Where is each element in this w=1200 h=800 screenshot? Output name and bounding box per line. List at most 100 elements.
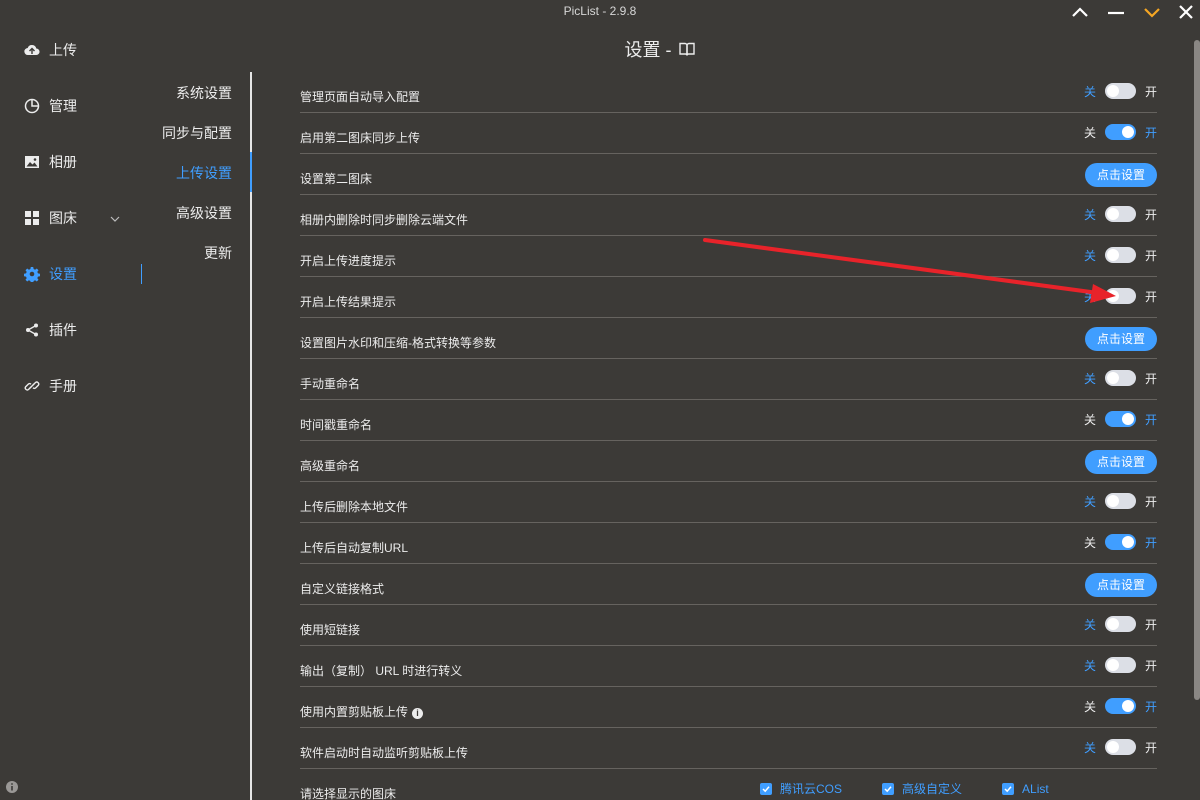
setting-label: 使用短链接 bbox=[300, 621, 360, 638]
chevron-down-icon[interactable] bbox=[1140, 2, 1164, 22]
setting-label: 设置第二图床 bbox=[300, 170, 372, 187]
toggle-knob bbox=[1106, 290, 1119, 302]
setting-switch[interactable]: 关开 bbox=[1084, 739, 1157, 755]
subnav-item-sync[interactable]: 同步与配置 bbox=[162, 113, 232, 153]
sidebar-item-manual[interactable]: 手册 bbox=[0, 366, 150, 406]
sidebar-item-manage[interactable]: 管理 bbox=[0, 86, 150, 126]
link-icon bbox=[24, 378, 40, 394]
toggle-knob bbox=[1106, 741, 1119, 753]
subnav-item-update[interactable]: 更新 bbox=[204, 233, 232, 273]
sidebar-item-label: 图床 bbox=[49, 210, 77, 226]
checkbox-checked-icon[interactable] bbox=[760, 782, 772, 795]
scrollbar[interactable] bbox=[1194, 40, 1200, 700]
info-icon[interactable] bbox=[5, 780, 19, 794]
setting-switch[interactable]: 关开 bbox=[1084, 83, 1157, 99]
grid-icon bbox=[24, 210, 40, 226]
setting-label: 使用内置剪贴板上传 i bbox=[300, 703, 424, 720]
switch-off-label: 关 bbox=[1083, 207, 1096, 222]
setting-switch[interactable]: 关开 bbox=[1084, 370, 1157, 386]
switch-on-label: 开 bbox=[1144, 289, 1157, 304]
switch-on-label: 开 bbox=[1144, 125, 1157, 140]
toggle-switch[interactable] bbox=[1104, 657, 1136, 673]
app-title: PicList - 2.9.8 bbox=[563, 4, 637, 18]
switch-on-label: 开 bbox=[1144, 740, 1157, 755]
toggle-knob bbox=[1106, 372, 1119, 384]
setting-switch[interactable]: 关开 bbox=[1084, 288, 1157, 304]
checkbox-checked-icon[interactable] bbox=[1002, 782, 1015, 795]
click-setting-button[interactable]: 点击设置 bbox=[1085, 573, 1157, 597]
sidebar-item-picbed[interactable]: 图床 bbox=[0, 198, 150, 238]
setting-switch[interactable]: 关开 bbox=[1084, 124, 1157, 140]
toggle-switch[interactable] bbox=[1104, 534, 1136, 550]
switch-on-label: 开 bbox=[1144, 617, 1157, 632]
picbed-checkbox[interactable]: AList bbox=[1002, 780, 1049, 797]
switch-on-label: 开 bbox=[1144, 699, 1157, 714]
toggle-switch[interactable] bbox=[1104, 493, 1136, 509]
setting-switch[interactable]: 关开 bbox=[1084, 206, 1157, 222]
setting-label: 自定义链接格式 bbox=[300, 580, 384, 597]
subnav-active-indicator bbox=[250, 152, 252, 192]
setting-switch[interactable]: 关开 bbox=[1084, 493, 1157, 509]
minimize-icon[interactable] bbox=[1104, 2, 1128, 22]
switch-off-label: 关 bbox=[1083, 84, 1096, 99]
setting-label: 相册内删除时同步删除云端文件 bbox=[300, 211, 468, 228]
sidebar-item-settings[interactable]: 设置 bbox=[0, 254, 150, 294]
settings-list: 管理页面自动导入配置关开启用第二图床同步上传关开设置第二图床 点击设置 相册内删除时… bbox=[300, 72, 1157, 800]
toggle-knob bbox=[1121, 126, 1134, 138]
book-icon[interactable] bbox=[678, 40, 696, 58]
click-setting-button[interactable]: 点击设置 bbox=[1085, 450, 1157, 474]
sidebar-item-gallery[interactable]: 相册 bbox=[0, 142, 150, 182]
toggle-switch[interactable] bbox=[1104, 206, 1136, 222]
setting-switch[interactable]: 关开 bbox=[1084, 411, 1157, 427]
toggle-knob bbox=[1106, 495, 1119, 507]
setting-switch[interactable]: 关开 bbox=[1084, 657, 1157, 673]
sidebar-item-label: 相册 bbox=[49, 154, 77, 170]
switch-off-label: 关 bbox=[1083, 289, 1096, 304]
toggle-switch[interactable] bbox=[1104, 370, 1136, 386]
toggle-switch[interactable] bbox=[1104, 411, 1136, 427]
switch-on-label: 开 bbox=[1144, 371, 1157, 386]
sidebar-item-label: 设置 bbox=[49, 266, 77, 282]
toggle-switch[interactable] bbox=[1104, 124, 1136, 140]
sidebar-item-upload[interactable]: 上传 bbox=[0, 30, 150, 70]
switch-off-label: 关 bbox=[1083, 248, 1096, 263]
switch-on-label: 开 bbox=[1144, 248, 1157, 263]
setting-label-text: 上传后自动复制URL bbox=[300, 541, 409, 555]
setting-label: 高级重命名 bbox=[300, 457, 360, 474]
subnav-item-advanced[interactable]: 高级设置 bbox=[176, 193, 232, 233]
click-setting-button[interactable]: 点击设置 bbox=[1085, 163, 1157, 187]
toggle-switch[interactable] bbox=[1104, 83, 1136, 99]
toggle-switch[interactable] bbox=[1104, 288, 1136, 304]
setting-label: 设置图片水印和压缩-格式转换等参数 bbox=[300, 334, 496, 351]
setting-row: 时间戳重命名关开 bbox=[300, 400, 1157, 441]
sidebar-item-plugins[interactable]: 插件 bbox=[0, 310, 150, 350]
toggle-switch[interactable] bbox=[1104, 616, 1136, 632]
switch-off-label: 关 bbox=[1083, 494, 1096, 509]
subnav-item-system[interactable]: 系统设置 bbox=[176, 73, 232, 113]
setting-switch[interactable]: 关开 bbox=[1084, 698, 1157, 714]
close-icon[interactable] bbox=[1174, 2, 1198, 22]
toggle-switch[interactable] bbox=[1104, 698, 1136, 714]
checkbox-checked-icon[interactable] bbox=[882, 782, 895, 795]
setting-switch[interactable]: 关开 bbox=[1084, 534, 1157, 550]
setting-label-text: 设置图片水印和压缩-格式转换等参数 bbox=[300, 336, 496, 350]
checkbox-label: 腾讯云COS bbox=[780, 782, 843, 796]
picbed-checkbox[interactable]: 高级自定义 bbox=[882, 780, 962, 797]
chevron-up-icon[interactable] bbox=[1068, 2, 1092, 22]
switch-on-label: 开 bbox=[1144, 207, 1157, 222]
gear-icon bbox=[24, 266, 40, 283]
info-icon[interactable]: i bbox=[412, 708, 424, 719]
setting-switch[interactable]: 关开 bbox=[1084, 247, 1157, 263]
setting-label-text: 高级重命名 bbox=[300, 459, 361, 473]
setting-switch[interactable]: 关开 bbox=[1084, 616, 1157, 632]
picbed-checkbox[interactable]: 腾讯云COS bbox=[760, 780, 842, 797]
switch-on-label: 开 bbox=[1144, 412, 1157, 427]
click-setting-button[interactable]: 点击设置 bbox=[1085, 327, 1157, 351]
setting-row: 管理页面自动导入配置关开 bbox=[300, 72, 1157, 113]
toggle-switch[interactable] bbox=[1104, 739, 1136, 755]
toggle-switch[interactable] bbox=[1104, 247, 1136, 263]
setting-row: 设置第二图床 点击设置 bbox=[300, 154, 1157, 195]
setting-label-text: 自定义链接格式 bbox=[300, 582, 385, 596]
subnav-item-upload[interactable]: 上传设置 bbox=[176, 153, 232, 193]
setting-row: 设置图片水印和压缩-格式转换等参数 点击设置 bbox=[300, 318, 1157, 359]
